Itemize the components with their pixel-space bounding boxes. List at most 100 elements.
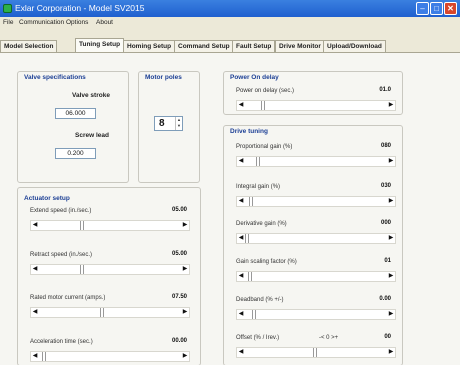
retract-speed-slider[interactable]: ◀ ▶	[30, 264, 190, 275]
retract-speed-label: Retract speed (in./sec.)	[30, 252, 93, 258]
screw-lead-label: Screw lead	[75, 132, 109, 139]
app-icon	[3, 4, 12, 13]
derivative-gain-slider[interactable]: ◀ ▶	[236, 233, 396, 244]
valve-specifications-title: Valve specifications	[24, 74, 86, 81]
motor-poles-spinner[interactable]: 8 ▲ ▼	[154, 116, 183, 131]
acceleration-time-label: Acceleration time (sec.)	[30, 339, 93, 345]
slider-left-arrow-icon[interactable]: ◀	[237, 101, 245, 110]
slider-left-arrow-icon[interactable]: ◀	[237, 197, 245, 206]
proportional-gain-value: 080	[380, 143, 391, 149]
power-on-delay-title: Power On delay	[230, 74, 279, 81]
offset-slider[interactable]: ◀ ▶	[236, 347, 396, 358]
slider-left-arrow-icon[interactable]: ◀	[237, 348, 245, 357]
actuator-setup-title: Actuator setup	[24, 195, 70, 202]
slider-left-arrow-icon[interactable]: ◀	[237, 234, 245, 243]
offset-indicator: -< 0 >+	[319, 335, 339, 341]
actuator-setup-group: Actuator setup Extend speed (in./sec.) 05…	[17, 187, 201, 365]
slider-right-arrow-icon[interactable]: ▶	[387, 310, 395, 319]
tab-tuning-setup[interactable]: Tuning Setup	[75, 38, 125, 53]
extend-speed-slider[interactable]: ◀ ▶	[30, 220, 190, 231]
valve-stroke-label: Valve stroke	[72, 92, 110, 99]
tab-drive-monitor[interactable]: Drive Monitor	[275, 40, 325, 52]
proportional-gain-slider[interactable]: ◀ ▶	[236, 156, 396, 167]
slider-left-arrow-icon[interactable]: ◀	[237, 272, 245, 281]
spinner-arrows-icon[interactable]: ▲ ▼	[175, 117, 182, 130]
slider-left-arrow-icon[interactable]: ◀	[31, 221, 39, 230]
rated-motor-current-value: 07.50	[171, 294, 187, 300]
slider-right-arrow-icon[interactable]: ▶	[387, 272, 395, 281]
deadband-slider[interactable]: ◀ ▶	[236, 309, 396, 320]
gain-scaling-factor-value: 01	[384, 258, 391, 264]
slider-left-arrow-icon[interactable]: ◀	[31, 308, 39, 317]
slider-right-arrow-icon[interactable]: ▶	[181, 221, 189, 230]
integral-gain-label: Integral gain (%)	[236, 184, 281, 190]
slider-thumb[interactable]	[248, 272, 252, 281]
integral-gain-value: 030	[380, 183, 391, 189]
slider-right-arrow-icon[interactable]: ▶	[387, 101, 395, 110]
menu-file[interactable]: File	[3, 19, 13, 26]
drive-tuning-group: Drive tuning Proportional gain (%) 080 ◀ ▶ I…	[223, 125, 403, 365]
valve-specifications-group: Valve specifications Valve stroke 06.000…	[17, 71, 129, 183]
slider-thumb[interactable]	[80, 265, 84, 274]
derivative-gain-label: Derivative gain (%)	[236, 221, 287, 227]
slider-right-arrow-icon[interactable]: ▶	[181, 265, 189, 274]
slider-left-arrow-icon[interactable]: ◀	[31, 265, 39, 274]
maximize-button[interactable]: □	[430, 2, 443, 15]
acceleration-time-value: 00.00	[171, 338, 187, 344]
rated-motor-current-label: Rated motor current (amps.)	[30, 295, 106, 301]
drive-tuning-title: Drive tuning	[230, 128, 268, 135]
valve-stroke-input[interactable]: 06.000	[55, 108, 96, 119]
gain-scaling-factor-slider[interactable]: ◀ ▶	[236, 271, 396, 282]
power-on-delay-group: Power On delay Power on delay (sec.) 01.…	[223, 71, 403, 115]
integral-gain-slider[interactable]: ◀ ▶	[236, 196, 396, 207]
motor-poles-value: 8	[159, 118, 165, 129]
rated-motor-current-slider[interactable]: ◀ ▶	[30, 307, 190, 318]
slider-thumb[interactable]	[80, 221, 84, 230]
tab-fault-setup[interactable]: Fault Setup	[232, 40, 276, 52]
slider-thumb[interactable]	[313, 348, 317, 357]
power-on-delay-label: Power on delay (sec.)	[236, 88, 295, 94]
screw-lead-input[interactable]: 0.200	[55, 148, 96, 159]
slider-left-arrow-icon[interactable]: ◀	[237, 157, 245, 166]
slider-right-arrow-icon[interactable]: ▶	[387, 348, 395, 357]
window-title: Exlar Corporation - Model SV2015	[15, 3, 145, 13]
extend-speed-label: Extend speed (in./sec.)	[30, 208, 92, 214]
tab-homing-setup[interactable]: Homing Setup	[123, 40, 176, 52]
slider-thumb[interactable]	[245, 234, 249, 243]
slider-right-arrow-icon[interactable]: ▶	[387, 197, 395, 206]
slider-right-arrow-icon[interactable]: ▶	[181, 308, 189, 317]
slider-thumb[interactable]	[42, 352, 46, 361]
tab-command-setup[interactable]: Command Setup	[174, 40, 234, 52]
tuning-setup-panel: Valve specifications Valve stroke 06.000…	[0, 52, 460, 365]
motor-poles-title: Motor poles	[145, 74, 182, 81]
extend-speed-value: 05.00	[171, 207, 187, 213]
motor-poles-group: Motor poles 8 ▲ ▼	[138, 71, 200, 183]
title-bar: Exlar Corporation - Model SV2015 – □ ✕	[0, 0, 460, 17]
slider-thumb[interactable]	[252, 310, 256, 319]
tab-upload-download[interactable]: Upload/Download	[323, 40, 386, 52]
proportional-gain-label: Proportional gain (%)	[236, 144, 293, 150]
slider-thumb[interactable]	[100, 308, 104, 317]
slider-thumb[interactable]	[256, 157, 260, 166]
minimize-button[interactable]: –	[416, 2, 429, 15]
slider-right-arrow-icon[interactable]: ▶	[181, 352, 189, 361]
slider-right-arrow-icon[interactable]: ▶	[387, 234, 395, 243]
close-button[interactable]: ✕	[444, 2, 457, 15]
menu-about[interactable]: About	[96, 19, 113, 26]
retract-speed-value: 05.00	[171, 251, 187, 257]
gain-scaling-factor-label: Gain scaling factor (%)	[236, 259, 297, 265]
menu-communication[interactable]: Communication	[19, 19, 64, 26]
slider-right-arrow-icon[interactable]: ▶	[387, 157, 395, 166]
slider-left-arrow-icon[interactable]: ◀	[237, 310, 245, 319]
deadband-label: Deadband (% +/-)	[236, 297, 284, 303]
slider-left-arrow-icon[interactable]: ◀	[31, 352, 39, 361]
tab-model-selection[interactable]: Model Selection	[0, 40, 58, 52]
slider-thumb[interactable]	[261, 101, 265, 110]
power-on-delay-slider[interactable]: ◀ ▶	[236, 100, 396, 111]
slider-thumb[interactable]	[249, 197, 253, 206]
derivative-gain-value: 000	[380, 220, 391, 226]
menu-options[interactable]: Options	[66, 19, 88, 26]
offset-value: 00	[384, 334, 391, 340]
deadband-value: 0.00	[379, 296, 391, 302]
acceleration-time-slider[interactable]: ◀ ▶	[30, 351, 190, 362]
